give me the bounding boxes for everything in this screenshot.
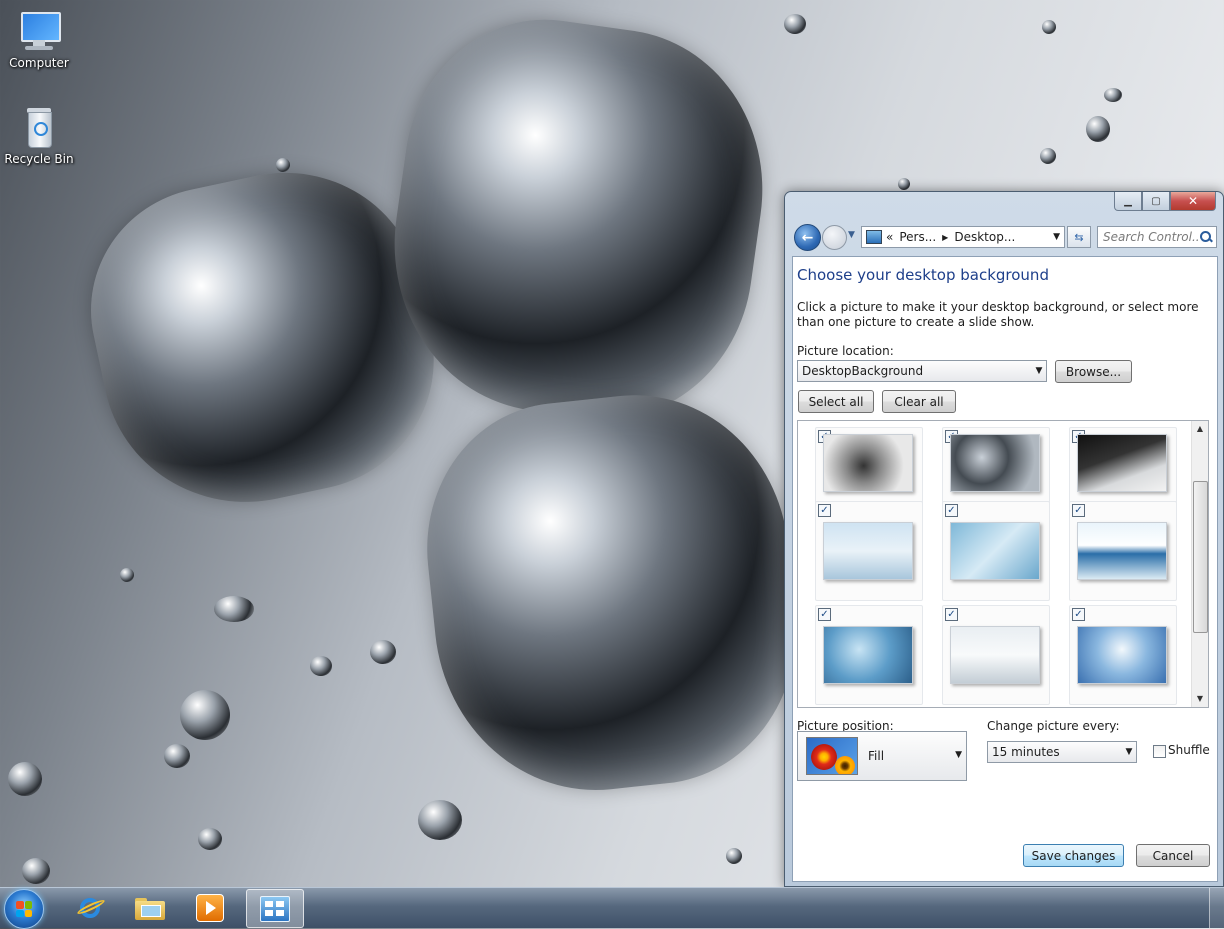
recent-pages-dropdown[interactable]: ▼ bbox=[848, 230, 855, 240]
shuffle-checkbox[interactable] bbox=[1153, 745, 1166, 758]
search-box[interactable]: Search Control... bbox=[1097, 226, 1217, 248]
position-preview-image bbox=[806, 737, 858, 775]
picture-thumbnail bbox=[823, 522, 913, 580]
picture-tile[interactable]: ✓ bbox=[815, 501, 923, 601]
close-icon: ✕ bbox=[1187, 194, 1199, 208]
desktop-icon-label: Computer bbox=[9, 56, 69, 70]
taskbar-windows-explorer[interactable] bbox=[122, 889, 178, 926]
page-title: Choose your desktop background bbox=[797, 266, 1049, 284]
address-bar[interactable]: « Pers... ▶ Desktop... ▼ bbox=[861, 226, 1065, 248]
scroll-down-icon[interactable]: ▼ bbox=[1192, 691, 1208, 707]
minimize-button[interactable]: ▁ bbox=[1114, 192, 1142, 211]
address-overflow[interactable]: « bbox=[886, 230, 893, 244]
caption-buttons: ▁ ▢ ✕ bbox=[1114, 192, 1216, 212]
back-arrow-icon: ← bbox=[801, 229, 814, 246]
refresh-button[interactable]: ⇆ bbox=[1067, 226, 1091, 248]
picture-checkbox[interactable]: ✓ bbox=[945, 608, 958, 621]
picture-checkbox[interactable]: ✓ bbox=[818, 608, 831, 621]
picture-checkbox[interactable]: ✓ bbox=[1072, 608, 1085, 621]
chevron-down-icon: ▼ bbox=[955, 750, 962, 760]
picture-thumbnail bbox=[1077, 522, 1167, 580]
desktop-icon-computer[interactable]: Computer bbox=[1, 10, 77, 70]
picture-tile[interactable]: ✓ bbox=[942, 605, 1050, 705]
media-player-icon bbox=[196, 893, 224, 922]
desktop-icon-recycle-bin[interactable]: Recycle Bin bbox=[1, 106, 77, 166]
taskbar bbox=[0, 887, 1224, 929]
picture-location-dropdown[interactable]: DesktopBackground ▼ bbox=[797, 360, 1047, 382]
picture-tile[interactable]: ✓ bbox=[1069, 501, 1177, 601]
internet-explorer-icon bbox=[76, 894, 106, 922]
picture-thumbnail bbox=[950, 626, 1040, 684]
page-description: Click a picture to make it your desktop … bbox=[797, 300, 1199, 329]
picture-thumbnail bbox=[823, 626, 913, 684]
back-button[interactable]: ← bbox=[794, 224, 821, 251]
recycle-bin-icon bbox=[17, 106, 61, 148]
picture-tile[interactable]: ✓ bbox=[815, 605, 923, 705]
picture-thumbnail bbox=[950, 434, 1040, 492]
address-dropdown-icon[interactable]: ▼ bbox=[1053, 232, 1060, 242]
chevron-down-icon: ▼ bbox=[1125, 747, 1133, 757]
folder-icon bbox=[135, 896, 165, 920]
maximize-button[interactable]: ▢ bbox=[1142, 192, 1170, 211]
scrollbar-thumb[interactable] bbox=[1193, 481, 1208, 633]
picture-location-label: Picture location: bbox=[797, 344, 894, 358]
ice-cube-top bbox=[372, 1, 784, 439]
picture-checkbox[interactable]: ✓ bbox=[818, 504, 831, 517]
gallery-scrollbar[interactable]: ▲ ▼ bbox=[1191, 421, 1208, 707]
scroll-up-icon[interactable]: ▲ bbox=[1192, 421, 1208, 437]
picture-checkbox[interactable]: ✓ bbox=[1072, 504, 1085, 517]
refresh-icon: ⇆ bbox=[1074, 230, 1084, 244]
chevron-down-icon: ▼ bbox=[1035, 366, 1043, 376]
change-every-label: Change picture every: bbox=[987, 719, 1120, 733]
forward-button[interactable] bbox=[822, 225, 847, 250]
minimize-icon: ▁ bbox=[1124, 195, 1132, 207]
picture-thumbnail bbox=[1077, 434, 1167, 492]
taskbar-media-player[interactable] bbox=[182, 889, 238, 926]
taskbar-internet-explorer[interactable] bbox=[62, 889, 118, 926]
picture-checkbox[interactable]: ✓ bbox=[945, 504, 958, 517]
save-changes-button[interactable]: Save changes bbox=[1023, 844, 1124, 867]
start-button[interactable] bbox=[4, 889, 44, 929]
address-segment-personalization[interactable]: Pers... bbox=[899, 230, 936, 244]
search-icon bbox=[1199, 230, 1213, 244]
maximize-icon: ▢ bbox=[1151, 195, 1161, 207]
cancel-button[interactable]: Cancel bbox=[1136, 844, 1210, 867]
picture-position-value: Fill bbox=[868, 749, 885, 763]
change-every-value: 15 minutes bbox=[992, 745, 1060, 759]
picture-thumbnail bbox=[1077, 626, 1167, 684]
computer-icon bbox=[17, 10, 61, 52]
taskbar-control-panel[interactable] bbox=[246, 889, 304, 928]
picture-thumbnail bbox=[950, 522, 1040, 580]
ice-cube-bottom bbox=[412, 380, 812, 806]
personalization-window: ▁ ▢ ✕ ← ▼ « Pers... ▶ Desktop... ▼ ⇆ Sea… bbox=[784, 191, 1224, 887]
browse-button[interactable]: Browse... bbox=[1055, 360, 1132, 383]
change-every-dropdown[interactable]: 15 minutes ▼ bbox=[987, 741, 1137, 763]
close-button[interactable]: ✕ bbox=[1170, 192, 1216, 211]
show-desktop-button[interactable] bbox=[1209, 888, 1224, 928]
clear-all-button[interactable]: Clear all bbox=[882, 390, 956, 413]
windows-logo-icon bbox=[16, 901, 32, 917]
select-all-button[interactable]: Select all bbox=[798, 390, 874, 413]
picture-tile[interactable]: ✓ bbox=[1069, 605, 1177, 705]
picture-gallery: ✓ ✓ ✓ ✓ ✓ ✓ ▲ ▼ bbox=[797, 420, 1209, 708]
search-input[interactable]: Search Control... bbox=[1098, 230, 1199, 244]
shuffle-label[interactable]: Shuffle bbox=[1168, 743, 1210, 757]
picture-position-dropdown[interactable]: Fill ▼ bbox=[797, 731, 967, 781]
desktop-icon-label: Recycle Bin bbox=[4, 152, 74, 166]
address-segment-desktop-background[interactable]: Desktop... bbox=[954, 230, 1015, 244]
picture-location-value: DesktopBackground bbox=[802, 364, 924, 378]
content-pane: Choose your desktop background Click a p… bbox=[792, 256, 1218, 882]
address-separator-icon: ▶ bbox=[942, 232, 949, 242]
picture-tile[interactable]: ✓ bbox=[942, 501, 1050, 601]
navigation-bar: ← ▼ « Pers... ▶ Desktop... ▼ ⇆ Search Co… bbox=[793, 224, 1217, 251]
control-panel-icon bbox=[866, 230, 882, 244]
control-panel-icon bbox=[260, 895, 290, 922]
picture-thumbnail bbox=[823, 434, 913, 492]
